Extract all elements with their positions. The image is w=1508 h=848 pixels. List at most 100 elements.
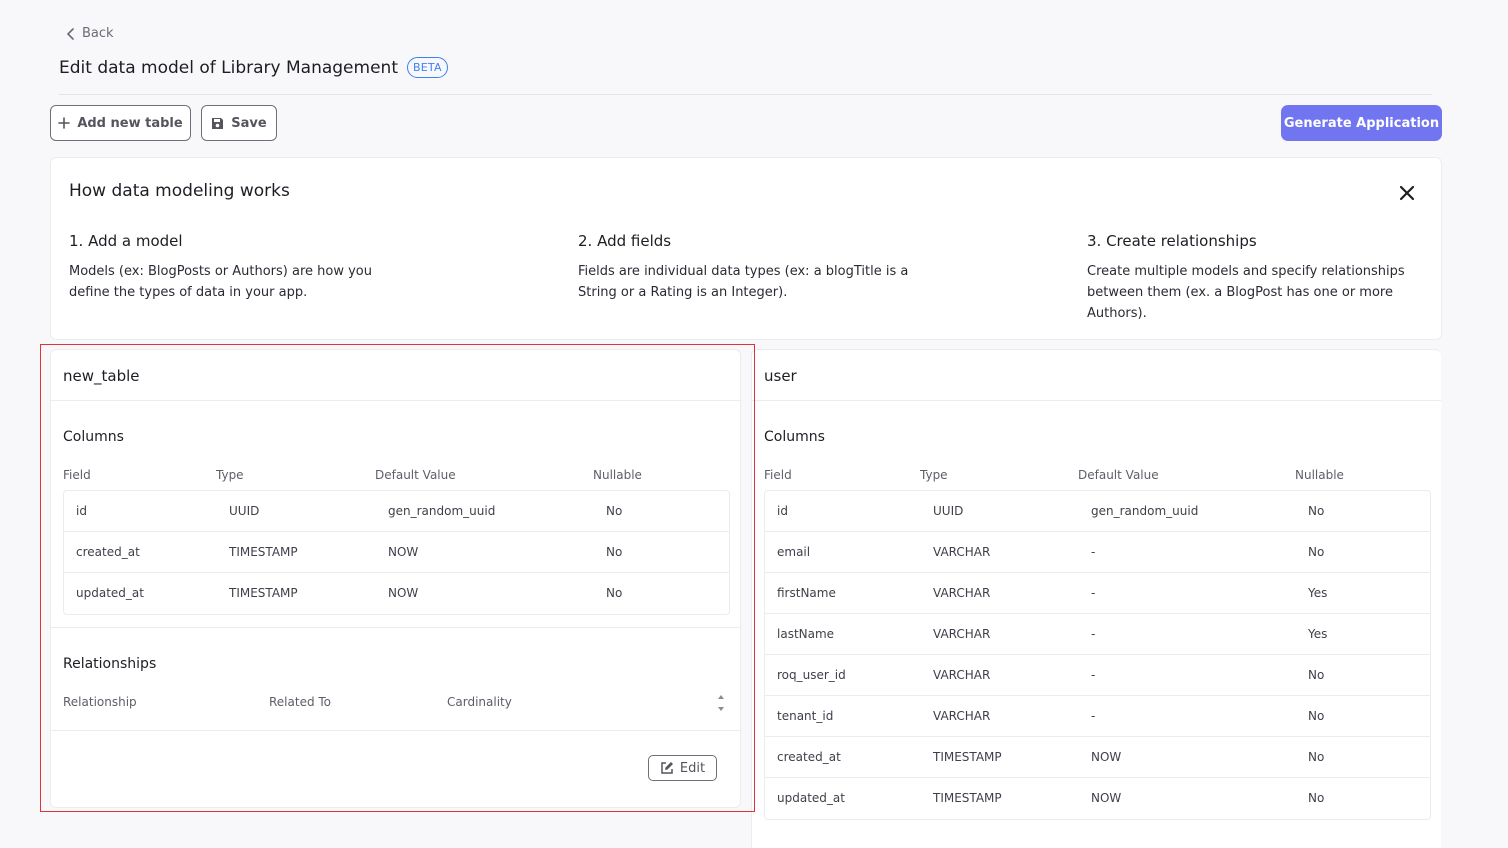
column-header-type: Type <box>920 468 948 482</box>
table-row[interactable]: created_at TIMESTAMP NOW No <box>64 532 729 573</box>
table-row[interactable]: id UUID gen_random_uuid No <box>765 491 1430 532</box>
step-line: Models (ex: BlogPosts or Authors) are ho… <box>69 264 372 279</box>
table-row[interactable]: email VARCHAR - No <box>765 532 1430 573</box>
default-cell: - <box>1091 627 1096 641</box>
field-cell: updated_at <box>777 791 845 805</box>
nullable-cell: No <box>1308 668 1325 682</box>
step-title: 2. Add fields <box>578 232 672 250</box>
nullable-cell: No <box>606 545 623 559</box>
table-row[interactable]: updated_at TIMESTAMP NOW No <box>64 573 729 614</box>
chevron-left-icon <box>67 27 74 40</box>
edit-label: Edit <box>679 760 706 776</box>
nullable-cell: No <box>1308 545 1325 559</box>
default-cell: NOW <box>388 586 419 600</box>
step-create-relationships: 3. Create relationships Create multiple … <box>1087 232 1432 324</box>
step-line: Fields are individual data types (ex: a … <box>578 264 909 279</box>
page-header: Edit data model of Library Management BE… <box>59 57 448 78</box>
edit-table-button[interactable]: Edit <box>648 755 717 781</box>
column-header-related-to: Related To <box>269 695 332 709</box>
default-cell: NOW <box>1091 750 1122 764</box>
table-name: new_table <box>51 350 740 401</box>
edit-icon <box>661 762 673 774</box>
field-cell: id <box>777 504 788 518</box>
nullable-cell: Yes <box>1308 586 1328 600</box>
table-card-new-table[interactable]: new_table Columns Field Type Default Val… <box>50 349 741 808</box>
default-cell: gen_random_uuid <box>1091 504 1199 518</box>
column-header-default: Default Value <box>375 468 456 482</box>
step-line: define the types of data in your app. <box>69 285 308 300</box>
field-cell: created_at <box>777 750 841 764</box>
step-title: 1. Add a model <box>69 232 183 250</box>
back-label: Back <box>82 26 114 41</box>
field-cell: id <box>76 504 87 518</box>
nullable-cell: No <box>1308 504 1325 518</box>
table-row[interactable]: firstName VARCHAR - Yes <box>765 573 1430 614</box>
column-header-nullable: Nullable <box>593 468 642 482</box>
columns-label: Columns <box>764 429 825 445</box>
table-row[interactable]: lastName VARCHAR - Yes <box>765 614 1430 655</box>
field-cell: updated_at <box>76 586 144 600</box>
column-header-default: Default Value <box>1078 468 1159 482</box>
table-card-user[interactable]: user Columns Field Type Default Value Nu… <box>751 349 1441 848</box>
step-description: Models (ex: BlogPosts or Authors) are ho… <box>69 261 414 303</box>
type-cell: VARCHAR <box>933 668 991 682</box>
beta-badge: BETA <box>406 57 448 78</box>
nullable-cell: No <box>1308 709 1325 723</box>
default-cell: - <box>1091 545 1096 559</box>
column-header-field: Field <box>63 468 91 482</box>
add-new-table-button[interactable]: Add new table <box>50 105 191 141</box>
table-row[interactable]: tenant_id VARCHAR - No <box>765 696 1430 737</box>
plus-icon <box>58 117 71 129</box>
default-cell: gen_random_uuid <box>388 504 496 518</box>
nullable-cell: No <box>1308 791 1325 805</box>
type-cell: VARCHAR <box>933 709 991 723</box>
relationships-divider <box>51 627 740 628</box>
table-row[interactable]: id UUID gen_random_uuid No <box>64 491 729 532</box>
card-footer-divider <box>51 730 740 731</box>
field-cell: created_at <box>76 545 140 559</box>
step-line: String or a Rating is an Integer). <box>578 285 788 300</box>
generate-application-button[interactable]: Generate Application <box>1281 105 1442 141</box>
nullable-cell: No <box>606 504 623 518</box>
nullable-cell: Yes <box>1308 627 1328 641</box>
field-cell: firstName <box>777 586 836 600</box>
step-description: Create multiple models and specify relat… <box>1087 261 1432 324</box>
columns-table: id UUID gen_random_uuid No created_at TI… <box>63 490 730 615</box>
table-name: user <box>752 350 1441 401</box>
nullable-cell: No <box>1308 750 1325 764</box>
field-cell: roq_user_id <box>777 668 846 682</box>
floppy-disk-icon <box>212 117 224 129</box>
type-cell: VARCHAR <box>933 627 991 641</box>
back-link[interactable]: Back <box>66 26 114 41</box>
column-header-nullable: Nullable <box>1295 468 1344 482</box>
relationships-label: Relationships <box>63 656 157 672</box>
nullable-cell: No <box>606 586 623 600</box>
close-icon[interactable] <box>1397 183 1417 203</box>
field-cell: lastName <box>777 627 835 641</box>
field-cell: tenant_id <box>777 709 834 723</box>
table-row[interactable]: roq_user_id VARCHAR - No <box>765 655 1430 696</box>
save-button[interactable]: Save <box>201 105 277 141</box>
sort-icon[interactable] <box>716 692 726 714</box>
type-cell: TIMESTAMP <box>933 750 1002 764</box>
type-cell: UUID <box>933 504 964 518</box>
default-cell: NOW <box>388 545 419 559</box>
step-line: Create multiple models and specify relat… <box>1087 264 1405 279</box>
step-line: between them (ex. a BlogPost has one or … <box>1087 285 1393 300</box>
step-description: Fields are individual data types (ex: a … <box>578 261 923 303</box>
page-title: Edit data model of Library Management <box>59 57 398 78</box>
columns-table: id UUID gen_random_uuid No email VARCHAR… <box>764 490 1431 820</box>
default-cell: - <box>1091 668 1096 682</box>
header-divider <box>59 94 1432 95</box>
type-cell: TIMESTAMP <box>933 791 1002 805</box>
type-cell: UUID <box>229 504 260 518</box>
default-cell: NOW <box>1091 791 1122 805</box>
step-line: Authors). <box>1087 306 1147 321</box>
column-header-relationship: Relationship <box>63 695 137 709</box>
table-row[interactable]: updated_at TIMESTAMP NOW No <box>765 778 1430 819</box>
default-cell: - <box>1091 709 1096 723</box>
add-new-table-label: Add new table <box>77 115 183 131</box>
table-row[interactable]: created_at TIMESTAMP NOW No <box>765 737 1430 778</box>
step-title: 3. Create relationships <box>1087 232 1257 250</box>
save-label: Save <box>231 115 267 131</box>
